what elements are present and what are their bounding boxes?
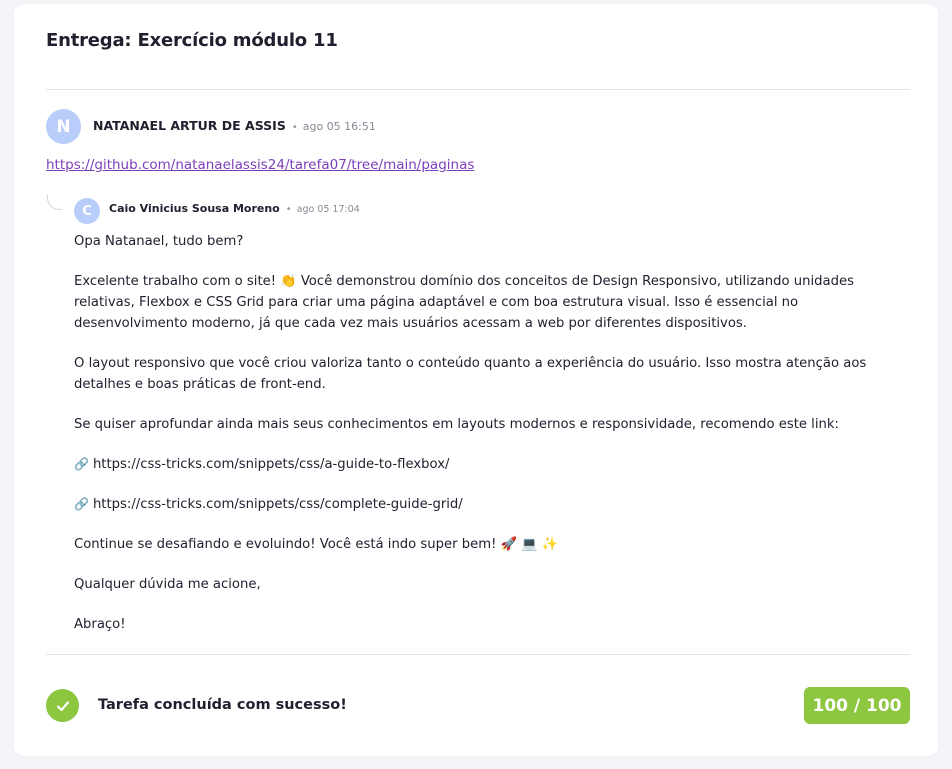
status-text: Tarefa concluída com sucesso! [98, 697, 347, 713]
check-icon [46, 689, 79, 722]
link-icon: 🔗 [74, 457, 89, 471]
author-name: NATANAEL ARTUR DE ASSIS [93, 118, 286, 133]
header-divider [46, 89, 910, 90]
reply-greeting: Opa Natanael, tudo bem? [74, 234, 244, 249]
reply-paragraph: Continue se desafiando e evoluindo! Você… [74, 537, 559, 552]
separator-dot: • [291, 122, 298, 133]
reply-avatar: C [74, 198, 100, 224]
reply-paragraph: Excelente trabalho com o site! 👏 Você de… [74, 274, 854, 331]
delivery-card: Entrega: Exercício módulo 11 N NATANAEL … [14, 4, 938, 756]
score-badge: 100 / 100 [804, 687, 910, 724]
reply-link-row: 🔗 https://css-tricks.com/snippets/css/com… [74, 494, 914, 515]
reply-thread-connector [47, 195, 62, 210]
reply-time: ago 05 17:04 [296, 204, 360, 215]
reply-body: Opa Natanael, tudo bem? Excelente trabal… [74, 231, 914, 654]
reply-link[interactable]: https://css-tricks.com/snippets/css/comp… [93, 497, 463, 512]
submission-link[interactable]: https://github.com/natanaelassis24/taref… [46, 157, 474, 173]
reply-paragraph: Se quiser aprofundar ainda mais seus con… [74, 417, 839, 432]
reply-paragraph: Qualquer dúvida me acione, [74, 577, 261, 592]
submission-time: ago 05 16:51 [302, 120, 376, 133]
reply-paragraph: Abraço! [74, 617, 126, 632]
reply-link[interactable]: https://css-tricks.com/snippets/css/a-gu… [93, 457, 450, 472]
avatar: N [46, 109, 81, 144]
submission-header: NATANAEL ARTUR DE ASSIS • ago 05 16:51 [93, 118, 376, 133]
page-title: Entrega: Exercício módulo 11 [46, 30, 338, 51]
reply-author-name: Caio Vinicius Sousa Moreno [109, 202, 280, 215]
reply-link-row: 🔗 https://css-tricks.com/snippets/css/a-g… [74, 454, 914, 475]
reply-paragraph: O layout responsivo que você criou valor… [74, 356, 867, 392]
separator-dot: • [285, 204, 292, 215]
footer-divider [46, 654, 910, 655]
link-icon: 🔗 [74, 497, 89, 511]
reply-header: Caio Vinicius Sousa Moreno • ago 05 17:04 [109, 202, 360, 215]
